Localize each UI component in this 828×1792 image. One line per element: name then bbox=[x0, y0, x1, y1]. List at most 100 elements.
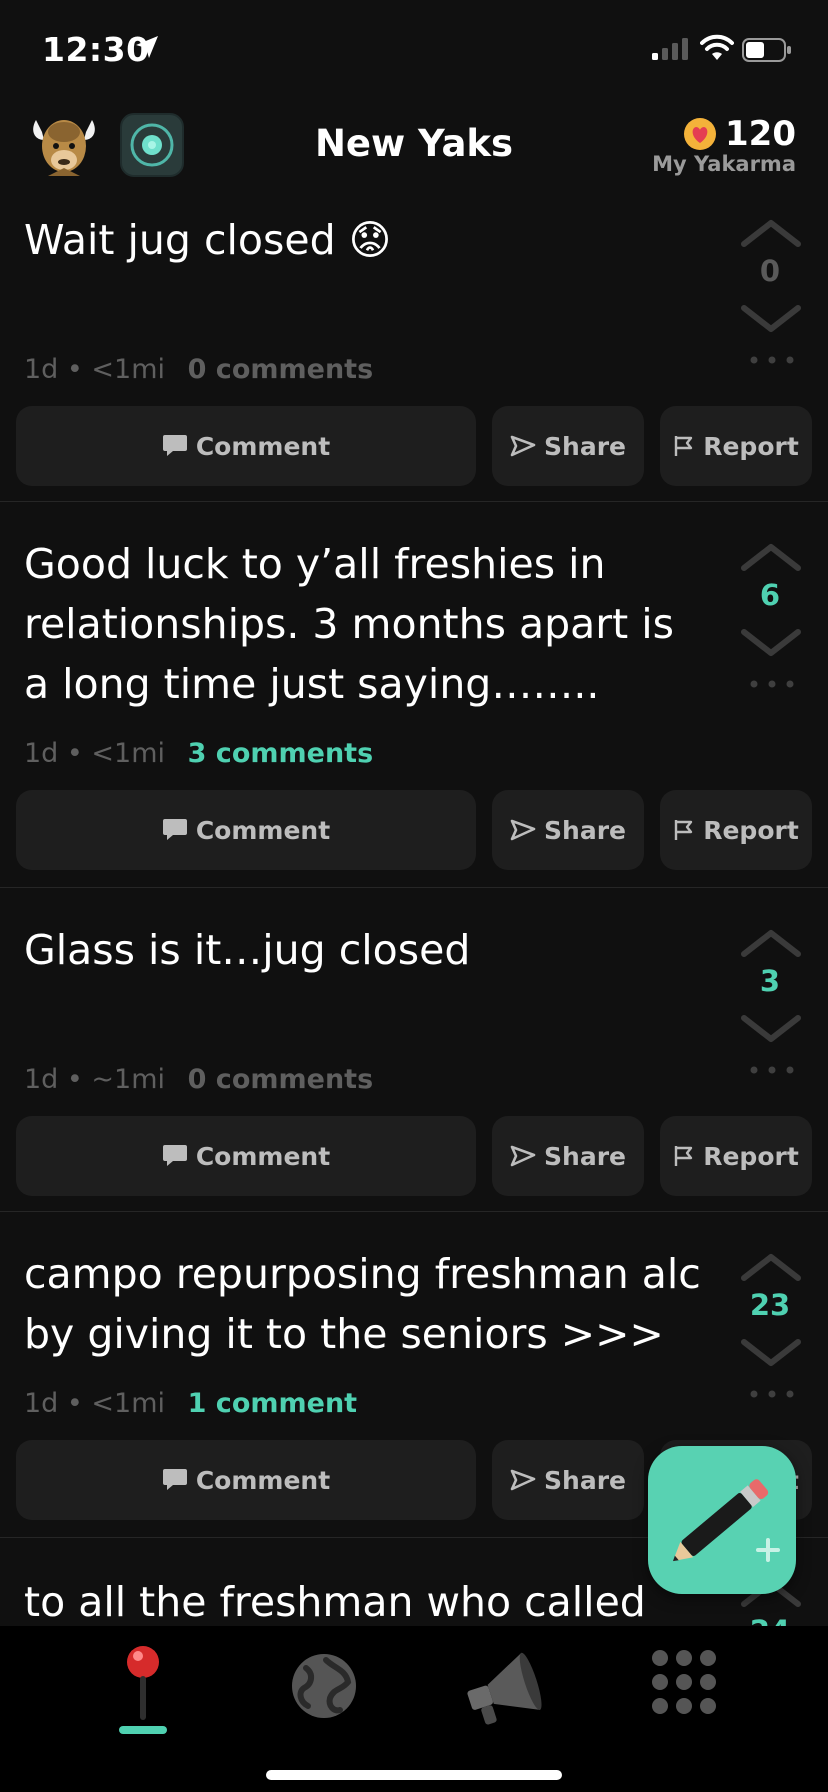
share-button[interactable]: Share bbox=[492, 790, 644, 870]
report-button-label: Report bbox=[703, 1141, 799, 1171]
downvote-icon[interactable] bbox=[740, 304, 802, 334]
post-text: campo repurposing freshman alc by giving… bbox=[24, 1250, 701, 1358]
status-bar: 12:30 bbox=[0, 0, 828, 100]
share-button-label: Share bbox=[544, 431, 626, 461]
post-distance: ~1mi bbox=[91, 1064, 166, 1095]
comment-button[interactable]: Comment bbox=[16, 790, 476, 870]
upvote-icon[interactable] bbox=[740, 542, 802, 572]
post-meta: 1d • <1mi 3 comments bbox=[24, 738, 374, 769]
comment-icon bbox=[162, 819, 187, 840]
joystick-icon bbox=[127, 1646, 159, 1720]
post-age: 1d bbox=[24, 1064, 59, 1095]
post-age: 1d bbox=[24, 354, 59, 385]
upvote-icon[interactable] bbox=[740, 928, 802, 958]
karma-label: My Yakarma bbox=[652, 152, 796, 176]
post-meta: 1d • <1mi 1 comment bbox=[24, 1388, 358, 1419]
report-button-label: Report bbox=[703, 815, 799, 845]
grid-icon bbox=[652, 1650, 716, 1714]
globe-icon bbox=[292, 1654, 356, 1718]
yakarma-display[interactable]: 120 My Yakarma bbox=[652, 114, 796, 176]
post-actions: Comment Share Report bbox=[16, 406, 812, 486]
vote-control: 6 bbox=[732, 532, 808, 692]
comment-button-label: Comment bbox=[195, 1141, 331, 1171]
downvote-icon[interactable] bbox=[740, 628, 802, 658]
post-actions: Comment Share Report bbox=[16, 790, 812, 870]
flag-icon bbox=[675, 436, 693, 456]
comment-icon bbox=[162, 1469, 187, 1490]
post-card[interactable]: Glass is it…jug closed 3 1d • ~1mi 0 com… bbox=[0, 888, 828, 1212]
flag-icon bbox=[675, 1146, 693, 1166]
post-distance: <1mi bbox=[91, 738, 166, 769]
comment-button[interactable]: Comment bbox=[16, 1116, 476, 1196]
upvote-icon[interactable] bbox=[740, 218, 802, 248]
post-text: Good luck to y’all freshies in relations… bbox=[24, 540, 674, 708]
post-distance: <1mi bbox=[91, 354, 166, 385]
cellular-signal-icon bbox=[652, 38, 688, 60]
share-button-label: Share bbox=[544, 1465, 626, 1495]
share-icon bbox=[510, 819, 536, 841]
comment-count[interactable]: 1 comment bbox=[188, 1388, 357, 1419]
post-meta: 1d • <1mi 0 comments bbox=[24, 354, 374, 385]
tab-more[interactable] bbox=[624, 1640, 744, 1750]
more-options-icon[interactable] bbox=[750, 356, 794, 364]
vote-count: 3 bbox=[759, 964, 781, 998]
comment-count[interactable]: 3 comments bbox=[188, 738, 374, 769]
comment-button-label: Comment bbox=[195, 815, 331, 845]
post-text: Glass is it…jug closed bbox=[24, 926, 471, 974]
share-button-label: Share bbox=[544, 1141, 626, 1171]
post-text: to all the freshman who called bbox=[24, 1578, 646, 1626]
vote-control: 23 bbox=[732, 1242, 808, 1402]
tab-explore[interactable] bbox=[264, 1640, 384, 1750]
share-button[interactable]: Share bbox=[492, 1116, 644, 1196]
report-button-label: Report bbox=[703, 431, 799, 461]
comment-count[interactable]: 0 comments bbox=[188, 1064, 374, 1095]
share-button[interactable]: Share bbox=[492, 1440, 644, 1520]
share-icon bbox=[510, 1145, 536, 1167]
report-button[interactable]: Report bbox=[660, 790, 812, 870]
location-arrow-icon bbox=[136, 36, 158, 58]
tab-bar bbox=[0, 1626, 828, 1792]
comment-icon bbox=[162, 1145, 187, 1166]
vote-count: 6 bbox=[759, 578, 781, 612]
megaphone-icon bbox=[467, 1652, 542, 1725]
compose-post-button[interactable] bbox=[648, 1446, 796, 1594]
post-card[interactable]: Good luck to y’all freshies in relations… bbox=[0, 502, 828, 888]
home-indicator[interactable] bbox=[266, 1770, 562, 1780]
share-icon bbox=[510, 1469, 536, 1491]
vote-count: 0 bbox=[759, 254, 781, 288]
active-tab-indicator bbox=[119, 1726, 167, 1734]
flag-icon bbox=[675, 820, 693, 840]
downvote-icon[interactable] bbox=[740, 1014, 802, 1044]
vote-control: 3 bbox=[732, 918, 808, 1078]
report-button[interactable]: Report bbox=[660, 406, 812, 486]
post-card[interactable]: Wait jug closed 😟 0 1d • <1mi 0 comments… bbox=[0, 196, 828, 502]
share-icon bbox=[510, 435, 536, 457]
comment-button[interactable]: Comment bbox=[16, 1440, 476, 1520]
post-text: Wait jug closed 😟 bbox=[24, 216, 392, 264]
comment-button[interactable]: Comment bbox=[16, 406, 476, 486]
header: New Yaks 120 My Yakarma bbox=[0, 108, 828, 188]
more-options-icon[interactable] bbox=[750, 1066, 794, 1074]
karma-heart-icon bbox=[684, 118, 717, 150]
more-options-icon[interactable] bbox=[750, 1390, 794, 1398]
post-meta: 1d • ~1mi 0 comments bbox=[24, 1064, 374, 1095]
post-distance: <1mi bbox=[91, 1388, 166, 1419]
battery-icon bbox=[742, 38, 791, 62]
post-age: 1d bbox=[24, 1388, 59, 1419]
more-options-icon[interactable] bbox=[750, 680, 794, 688]
pencil-plus-icon bbox=[672, 1479, 780, 1562]
report-button[interactable]: Report bbox=[660, 1116, 812, 1196]
comment-button-label: Comment bbox=[195, 431, 331, 461]
post-actions: Comment Share Report bbox=[16, 1116, 812, 1196]
comment-icon bbox=[162, 435, 187, 456]
vote-control: 0 bbox=[732, 208, 808, 368]
share-button[interactable]: Share bbox=[492, 406, 644, 486]
comment-count[interactable]: 0 comments bbox=[188, 354, 374, 385]
upvote-icon[interactable] bbox=[740, 1252, 802, 1282]
tab-notifications[interactable] bbox=[444, 1640, 564, 1750]
downvote-icon[interactable] bbox=[740, 1338, 802, 1368]
karma-value: 120 bbox=[725, 114, 796, 154]
comment-button-label: Comment bbox=[195, 1465, 331, 1495]
wifi-icon bbox=[700, 34, 734, 60]
screen: 12:30 New Yaks 120 My Yakarma Wait jug c… bbox=[0, 0, 828, 1792]
